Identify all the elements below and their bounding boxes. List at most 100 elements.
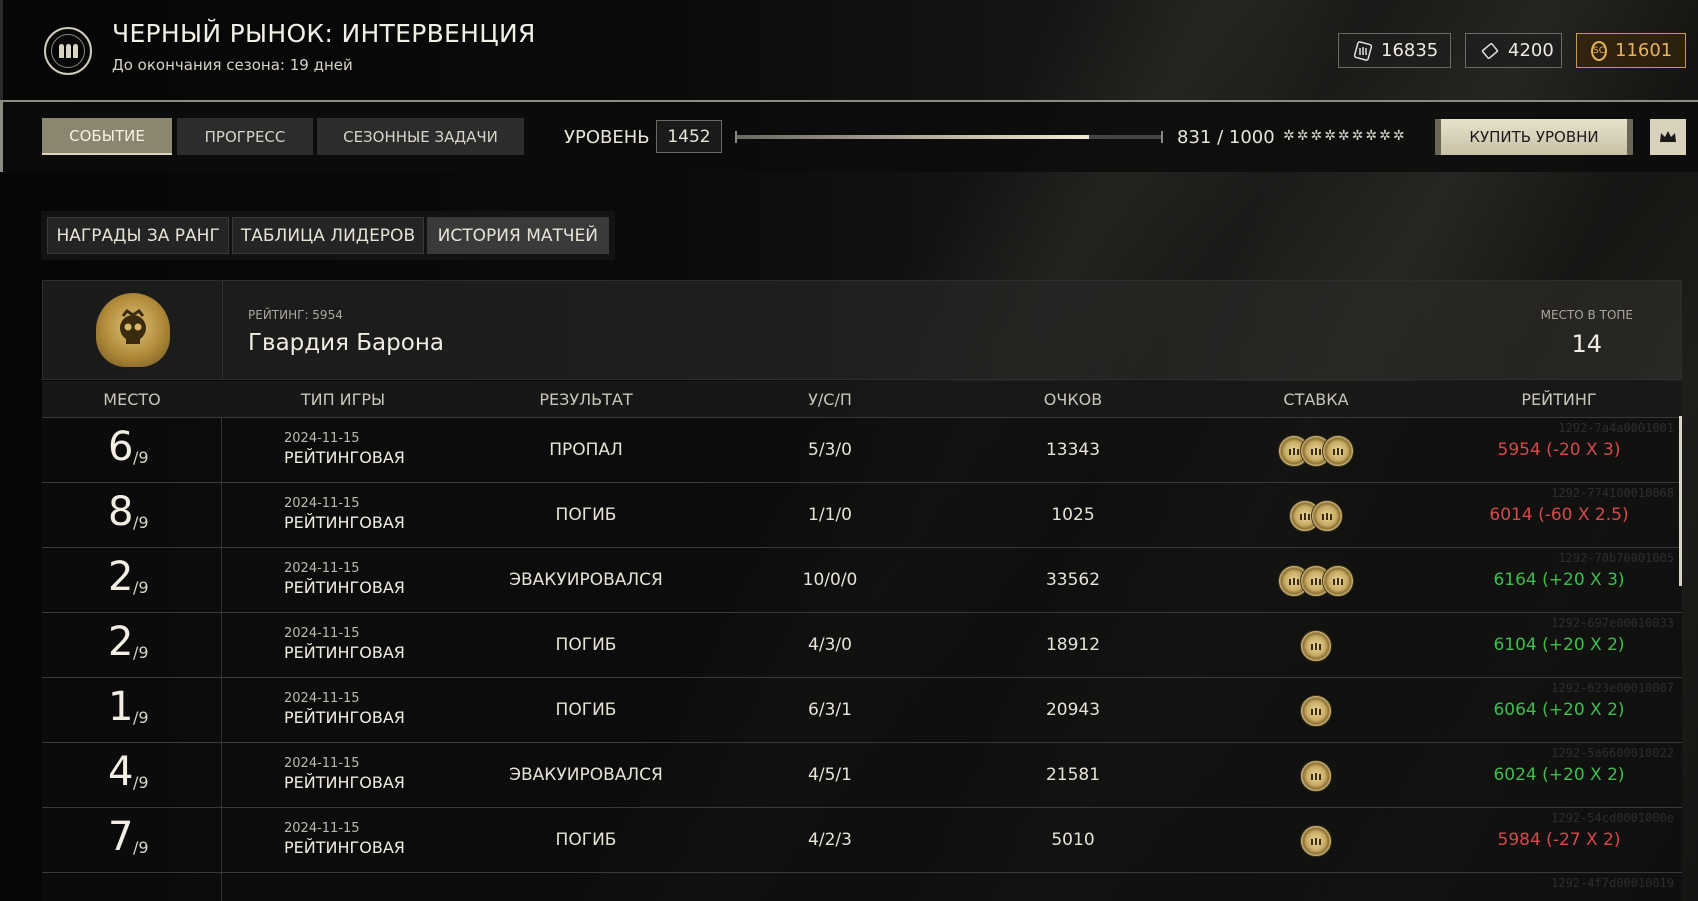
stake-chip-icon [1311, 500, 1343, 532]
top-place-label: МЕСТО В ТОПЕ [1540, 308, 1633, 322]
place-cell: 6/9 [42, 418, 222, 482]
ticket-icon [1480, 40, 1500, 62]
table-row[interactable]: 6/9 2024-11-15 РЕЙТИНГОВАЯ ПРОПАЛ 5/3/0 13343… [42, 417, 1682, 482]
level-label: УРОВЕНЬ [564, 127, 650, 148]
match-id: 1292-697e00010033 [1551, 616, 1674, 630]
place-cell: 8/9 [42, 483, 222, 547]
rating-change: 6164 (+20 X 3) [1493, 570, 1625, 590]
game-type: РЕЙТИНГОВАЯ [284, 448, 405, 467]
table-header: МЕСТО ТИП ИГРЫ РЕЗУЛЬТАТ У/С/П ОЧКОВ СТА… [42, 381, 1682, 417]
match-id: 1292-623e00010007 [1551, 681, 1674, 695]
kills-squad-deaths: 4/3/0 [808, 635, 852, 655]
stake-chip-icon [1300, 695, 1332, 727]
match-date: 2024-11-15 [284, 821, 360, 836]
match-result: ПОГИБ [555, 830, 617, 850]
game-type: РЕЙТИНГОВАЯ [284, 643, 405, 662]
currency-value: 11601 [1615, 40, 1673, 61]
tab-event[interactable]: СОБЫТИЕ [42, 118, 172, 155]
subtab-match-history[interactable]: ИСТОРИЯ МАТЧЕЙ [426, 217, 609, 254]
match-history-table: МЕСТО ТИП ИГРЫ РЕЗУЛЬТАТ У/С/П ОЧКОВ СТА… [42, 381, 1682, 901]
match-result: ПОГИБ [555, 505, 617, 525]
top-place-value: 14 [1571, 330, 1602, 358]
place-total: /9 [133, 708, 149, 727]
stake-chips [1300, 760, 1332, 792]
match-points: 20943 [1045, 700, 1101, 720]
place-total: /9 [133, 838, 149, 857]
match-result: ЭВАКУИРОВАЛСЯ [509, 570, 663, 590]
subtab-rank-rewards[interactable]: НАГРАДЫ ЗА РАНГ [47, 217, 230, 254]
place-cell: 2/9 [42, 613, 222, 677]
stake-chip-icon [1300, 630, 1332, 662]
subtabs: НАГРАДЫ ЗА РАНГ ТАБЛИЦА ЛИДЕРОВ ИСТОРИЯ … [41, 211, 615, 260]
sc-coin-icon: SC [1591, 40, 1607, 61]
stake-chips [1289, 500, 1343, 532]
match-id: 1292-7a4a0001001 [1558, 421, 1674, 435]
match-date: 2024-11-15 [284, 691, 360, 706]
rating-change: 5984 (-27 X 2) [1497, 830, 1621, 850]
table-row[interactable]: 2/9 2024-11-15 РЕЙТИНГОВАЯ ЭВАКУИРОВАЛСЯ 10/… [42, 547, 1682, 612]
rating-change: 5954 (-20 X 3) [1497, 440, 1621, 460]
table-row[interactable]: 7/9 2024-11-15 РЕЙТИНГОВАЯ ПОГИБ 4/2/3 5010 59… [42, 807, 1682, 872]
match-result: ПОГИБ [555, 700, 617, 720]
currency-ammo-cards[interactable]: 16835 [1338, 33, 1451, 68]
column-header-result: РЕЗУЛЬТАТ [539, 390, 633, 409]
crown-icon[interactable] [1650, 119, 1686, 155]
stake-chip-icon [1322, 565, 1354, 597]
place-total: /9 [133, 578, 149, 597]
level-progress-fill [737, 135, 1090, 139]
kills-squad-deaths: 4/5/1 [808, 765, 852, 785]
place-cell: 4/9 [42, 743, 222, 807]
match-result: ЭВАКУИРОВАЛСЯ [509, 765, 663, 785]
rating-change: 6064 (+20 X 2) [1493, 700, 1625, 720]
match-result: ПРОПАЛ [549, 440, 623, 460]
place-cell: 7/9 [42, 808, 222, 872]
tab-season-tasks[interactable]: СЕЗОННЫЕ ЗАДАЧИ [317, 118, 524, 155]
header: ЧЕРНЫЙ РЫНОК: ИНТЕРВЕНЦИЯ До окончания с… [0, 0, 1698, 100]
kills-squad-deaths: 10/0/0 [802, 570, 858, 590]
match-points: 5010 [1051, 830, 1095, 850]
column-header-ksd: У/С/П [808, 390, 852, 409]
match-points: 13343 [1045, 440, 1101, 460]
place-total: /9 [133, 448, 149, 467]
team-name: Гвардия Барона [248, 330, 444, 356]
game-type: РЕЙТИНГОВАЯ [284, 708, 405, 727]
place-cell: 2/9 [42, 548, 222, 612]
stake-chip-icon [1322, 435, 1354, 467]
place-value: 7 [108, 814, 134, 860]
tab-progress[interactable]: ПРОГРЕСС [177, 118, 313, 155]
ammo-card-icon [1353, 40, 1373, 62]
table-body: 6/9 2024-11-15 РЕЙТИНГОВАЯ ПРОПАЛ 5/3/0 13343… [42, 417, 1682, 901]
place-total: /9 [133, 773, 149, 792]
team-card: РЕЙТИНГ: 5954 Гвардия Барона МЕСТО В ТОП… [42, 280, 1682, 380]
level-progress-text: 831 / 1000 [1177, 127, 1275, 148]
buy-levels-button[interactable]: КУПИТЬ УРОВНИ [1435, 119, 1633, 155]
currency-tickets[interactable]: 4200 [1465, 33, 1562, 68]
table-row[interactable]: 1/9 2024-11-15 РЕЙТИНГОВАЯ ПОГИБ 6/3/1 20943 6… [42, 677, 1682, 742]
place-value: 6 [108, 424, 134, 470]
event-navbar: СОБЫТИЕ ПРОГРЕСС СЕЗОННЫЕ ЗАДАЧИ УРОВЕНЬ… [0, 102, 1698, 172]
table-scrollbar[interactable] [1679, 416, 1682, 586]
column-header-stake: СТАВКА [1283, 390, 1349, 409]
table-row[interactable]: 4/9 2024-11-15 РЕЙТИНГОВАЯ ЭВАКУИРОВАЛСЯ 4/5… [42, 742, 1682, 807]
match-points: 1025 [1051, 505, 1095, 525]
table-row[interactable]: 8/9 2024-11-15 РЕЙТИНГОВАЯ ПОГИБ 1/1/0 1025 60… [42, 482, 1682, 547]
subtab-leaderboard[interactable]: ТАБЛИЦА ЛИДЕРОВ [232, 217, 424, 254]
stake-chips [1278, 565, 1354, 597]
match-date: 2024-11-15 [284, 496, 360, 511]
match-id: 1292-5a6600010022 [1551, 746, 1674, 760]
currency-value: 16835 [1381, 40, 1439, 61]
event-logo-icon [44, 27, 92, 75]
place-value: 8 [108, 489, 134, 535]
match-date: 2024-11-15 [284, 626, 360, 641]
column-header-game-type: ТИП ИГРЫ [300, 390, 386, 409]
place-cell: 1/9 [42, 678, 222, 742]
kills-squad-deaths: 5/3/0 [808, 440, 852, 460]
column-header-place: МЕСТО [103, 390, 161, 409]
stake-chip-icon [1300, 825, 1332, 857]
match-id: 1292-4f7d00010019 [1551, 876, 1674, 890]
table-row[interactable]: 1292-4f7d00010019 [42, 872, 1682, 901]
game-type: РЕЙТИНГОВАЯ [284, 513, 405, 532]
column-header-rating: РЕЙТИНГ [1521, 390, 1597, 409]
table-row[interactable]: 2/9 2024-11-15 РЕЙТИНГОВАЯ ПОГИБ 4/3/0 18912 6… [42, 612, 1682, 677]
currency-sc-coins[interactable]: SC 11601 [1576, 33, 1686, 68]
